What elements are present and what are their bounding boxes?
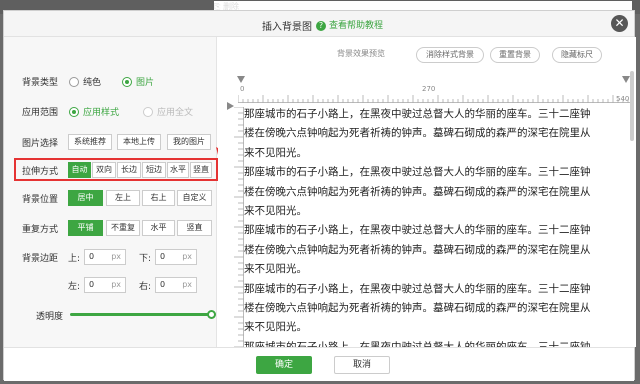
my-images-button[interactable]: 我的图片 — [167, 134, 211, 150]
opacity-slider-track[interactable] — [70, 313, 210, 316]
position-center[interactable]: 居中 — [68, 190, 103, 206]
preview-text-line: 那座城市的石子小路上，在黑夜中驶过总督大人的华丽的座车。三十二座钟 — [244, 108, 591, 120]
margin-left-label: 左: — [68, 282, 81, 292]
position-top-right[interactable]: 右上 — [142, 190, 175, 206]
dialog-footer: 确定 取消 — [4, 347, 634, 381]
help-link-label: 查看帮助教程 — [329, 21, 384, 31]
repeat-horizontal[interactable]: 水平 — [142, 220, 175, 236]
preview-text: 那座城市的石子小路上，在黑夜中驶过总督大人的华丽的座车。三十二座钟 楼在傍晚六点钟… — [244, 105, 619, 357]
scope-style[interactable]: 应用样式 — [69, 105, 119, 118]
dialog-header: 插入背景图 ? 查看帮助教程 ✕ — [4, 11, 634, 37]
margin-bottom-label: 下: — [139, 254, 152, 264]
margin-right-label: 右: — [139, 282, 152, 292]
opacity-slider-knob[interactable] — [207, 310, 216, 319]
preview-text-line: 楼在傍晚六点钟响起为死者祈祷的钟声。墓碑石砌成的森严的深宅在院里从 — [244, 243, 591, 256]
system-recommend-button[interactable]: 系统推荐 — [68, 134, 112, 150]
settings-panel: 背景类型 纯色 图片 应用范围 应用样式 应用全文 图片选择 系统推荐 本地上传… — [4, 37, 218, 347]
margin-right-value: 0 — [160, 280, 166, 289]
close-button[interactable]: ✕ — [611, 15, 628, 32]
radio-icon — [69, 76, 79, 87]
bg-type-label: 背景类型 — [22, 78, 59, 88]
margin-left-unit: px — [111, 280, 121, 289]
help-icon: ? — [316, 21, 326, 31]
preview-panel: 背景效果预览 消除样式背景 重置背景 隐藏标尺 0 270 540 那座城市的石… — [218, 37, 636, 353]
position-label: 背景位置 — [22, 195, 59, 205]
reset-bg-button[interactable]: 重置背景 — [490, 47, 540, 63]
dialog-title: 插入背景图 — [262, 22, 312, 33]
ruler-mid-label: 270 — [422, 85, 436, 93]
preview-text-line: 来不见阳光。 — [244, 321, 307, 334]
margin-left-input[interactable]: 0 px — [84, 277, 126, 293]
horizontal-ruler: 0 270 540 — [238, 85, 630, 103]
margin-left-value: 0 — [89, 280, 95, 289]
clear-style-bg-button[interactable]: 消除样式背景 — [416, 47, 484, 63]
preview-text-line: 那座城市的石子小路上，在黑夜中驶过总督大人的华丽的座车。三十二座钟 — [244, 224, 591, 237]
stretch-highlight-box — [14, 158, 218, 181]
scope-style-label: 应用样式 — [83, 108, 120, 118]
bg-type-image[interactable]: 图片 — [122, 75, 154, 88]
preview-text-line: 来不见阳光。 — [244, 146, 307, 159]
scope-full-label: 应用全文 — [157, 108, 194, 118]
bg-type-solid-label: 纯色 — [83, 78, 102, 88]
preview-text-line: 楼在傍晚六点钟响起为死者祈祷的钟声。墓碑石砌成的森严的深宅在院里从 — [244, 302, 591, 315]
margin-bottom-unit: px — [182, 252, 192, 261]
cancel-button[interactable]: 取消 — [334, 356, 390, 374]
position-custom[interactable]: 自定义 — [177, 190, 212, 206]
help-link[interactable]: ? 查看帮助教程 — [316, 18, 383, 31]
margin-bottom-input[interactable]: 0 px — [155, 249, 197, 265]
preview-text-line: 楼在傍晚六点钟响起为死者祈祷的钟声。墓碑石砌成的森严的深宅在院里从 — [244, 185, 591, 198]
preview-effect-button[interactable]: 背景效果预览 — [328, 47, 394, 63]
margin-top-label: 上: — [68, 254, 81, 264]
margin-label: 背景边距 — [22, 254, 59, 264]
margin-top-input[interactable]: 0 px — [84, 249, 126, 265]
ruler-start-label: 0 — [240, 85, 245, 93]
preview-text-line: 那座城市的石子小路上，在黑夜中驶过总督大人的华丽的座车。三十二座钟 — [244, 166, 591, 179]
insert-background-dialog: 插入背景图 ? 查看帮助教程 ✕ 背景类型 纯色 图片 应用范围 应用样式 应用全… — [3, 10, 636, 381]
preview-text-line: 来不见阳光。 — [244, 263, 307, 276]
radio-selected-icon — [122, 76, 132, 87]
margin-right-unit: px — [182, 280, 192, 289]
bg-type-solid[interactable]: 纯色 — [69, 75, 101, 88]
repeat-none[interactable]: 不重复 — [106, 220, 140, 236]
position-top-left[interactable]: 左上 — [106, 190, 140, 206]
margin-right-input[interactable]: 0 px — [155, 277, 197, 293]
radio-disabled-icon — [143, 106, 153, 117]
ok-button[interactable]: 确定 — [256, 356, 312, 374]
ruler-left-marker-icon[interactable] — [236, 75, 246, 85]
local-upload-button[interactable]: 本地上传 — [117, 134, 161, 150]
repeat-tile[interactable]: 平铺 — [68, 220, 103, 236]
margin-top-unit: px — [111, 252, 121, 261]
preview-text-line: 来不见阳光。 — [244, 205, 307, 218]
scope-full[interactable]: 应用全文 — [143, 105, 193, 118]
vertical-ruler — [232, 107, 244, 347]
preview-text-line: 那座城市的石子小路上，在黑夜中驶过总督大人的华丽的座车。三十二座钟 — [244, 282, 591, 295]
ruler-ticks — [238, 95, 629, 103]
repeat-vertical[interactable]: 竖直 — [177, 220, 212, 236]
preview-scrollbar[interactable] — [630, 71, 634, 141]
margin-top-value: 0 — [89, 252, 95, 261]
preview-text-line: 楼在傍晚六点钟响起为死者祈祷的钟声。墓碑石砌成的森严的深宅在院里从 — [244, 127, 591, 140]
radio-selected-icon — [69, 106, 79, 117]
bg-type-image-label: 图片 — [136, 78, 155, 88]
hide-ruler-button[interactable]: 隐藏标尺 — [552, 47, 602, 63]
vertical-ruler-ticks — [234, 107, 244, 347]
scope-label: 应用范围 — [22, 108, 59, 118]
margin-bottom-value: 0 — [160, 252, 166, 261]
repeat-label: 重复方式 — [22, 225, 59, 235]
image-select-label: 图片选择 — [22, 139, 59, 149]
